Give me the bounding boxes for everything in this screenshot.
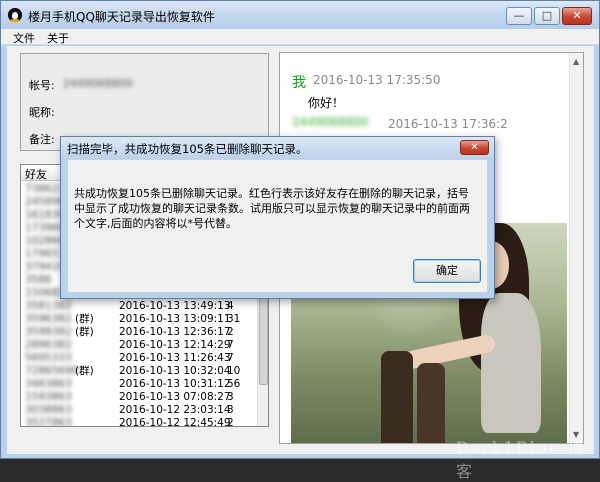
dialog-title-bar[interactable]: 扫描完毕，共成功恢复105条已删除聊天记录。 ✕ bbox=[61, 137, 494, 159]
last-message-time: 2016-10-13 11:26:43 bbox=[119, 352, 231, 364]
minimize-button[interactable]: — bbox=[506, 7, 532, 25]
chat-scrollbar[interactable]: ▲ ▼ bbox=[569, 53, 583, 443]
message-count: 31 bbox=[227, 313, 241, 325]
dialog-body: 共成功恢复105条已删除聊天记录。红色行表示该好友存在删除的聊天记录，括号中显示… bbox=[67, 159, 488, 293]
table-row[interactable]: 3527863 2016-10-12 12:45:49 2 bbox=[21, 417, 258, 427]
sender-contact: 2449068800 bbox=[292, 115, 369, 129]
menu-about[interactable]: 关于 bbox=[47, 30, 69, 46]
nickname-label: 昵称: bbox=[29, 106, 55, 119]
message-count: 4 bbox=[227, 300, 234, 312]
close-button[interactable]: ✕ bbox=[562, 7, 592, 25]
message-timestamp-2: 2016-10-13 17:36:2 bbox=[388, 117, 508, 131]
message-count: 10 bbox=[227, 365, 241, 377]
last-message-time: 2016-10-13 13:09:11 bbox=[119, 313, 231, 325]
message-count: 7 bbox=[227, 339, 234, 351]
remark-label: 备注: bbox=[29, 133, 55, 146]
last-message-time: 2016-10-13 10:31:12 bbox=[119, 378, 231, 390]
contact-name: 3596382 bbox=[25, 313, 72, 325]
table-row[interactable]: 2896382 2016-10-13 12:14:29 7 bbox=[21, 339, 258, 352]
table-row[interactable]: 3598382 (群) 2016-10-13 12:36:17 2 bbox=[21, 326, 258, 339]
main-window: 楼月手机QQ聊天记录导出恢复软件 — □ ✕ 文件 关于 帐号: 2449068… bbox=[0, 0, 600, 481]
watermark: Dark1Blue 博客 bbox=[456, 438, 586, 481]
message-text: 你好！ bbox=[308, 96, 345, 110]
account-id-label: 帐号: bbox=[29, 79, 55, 92]
last-message-time: 2016-10-13 10:32:04 bbox=[119, 365, 231, 377]
table-row[interactable]: 3038863 2016-10-12 23:03:14 3 bbox=[21, 404, 258, 417]
dialog-title: 扫描完毕，共成功恢复105条已删除聊天记录。 bbox=[67, 142, 308, 156]
menu-bar: 文件 关于 bbox=[1, 29, 599, 45]
contact-name: 3598382 bbox=[25, 326, 72, 338]
contact-name: 2896382 bbox=[25, 339, 72, 351]
message-count: 3 bbox=[227, 391, 234, 403]
qq-penguin-icon bbox=[8, 8, 22, 22]
group-tag: (群) bbox=[75, 313, 94, 325]
table-row[interactable]: 3581382 2016-10-13 13:49:13 4 bbox=[21, 300, 258, 313]
table-row[interactable]: 72865690 (群) 2016-10-13 10:32:04 10 bbox=[21, 365, 258, 378]
last-message-time: 2016-10-12 12:45:49 bbox=[119, 417, 231, 427]
contact-name: 3463863 bbox=[25, 378, 72, 390]
group-tag: (群) bbox=[75, 326, 94, 338]
table-row[interactable]: 3463863 2016-10-13 10:31:12 56 bbox=[21, 378, 258, 391]
dialog-close-button[interactable]: ✕ bbox=[460, 140, 489, 155]
ok-button[interactable]: 确定 bbox=[413, 259, 481, 283]
account-id-value: 2449068800 bbox=[63, 77, 133, 90]
friend-list-scroll-thumb[interactable] bbox=[259, 295, 268, 385]
contact-name: 3038863 bbox=[25, 404, 72, 416]
message-count: 2 bbox=[227, 326, 234, 338]
menu-file[interactable]: 文件 bbox=[13, 30, 35, 46]
window-title: 楼月手机QQ聊天记录导出恢复软件 bbox=[28, 10, 215, 24]
table-row[interactable]: 1593863 2016-10-13 07:08:27 3 bbox=[21, 391, 258, 404]
table-row[interactable]: 5695333 2016-10-13 11:26:43 7 bbox=[21, 352, 258, 365]
title-bar[interactable]: 楼月手机QQ聊天记录导出恢复软件 — □ ✕ bbox=[1, 1, 599, 29]
table-row[interactable]: 3596382 (群) 2016-10-13 13:09:11 31 bbox=[21, 313, 258, 326]
dialog-message: 共成功恢复105条已删除聊天记录。红色行表示该好友存在删除的聊天记录，括号中显示… bbox=[74, 187, 470, 230]
message-count: 3 bbox=[227, 404, 234, 416]
contact-name: 5695333 bbox=[25, 352, 72, 364]
contact-name: 72865690 bbox=[25, 365, 79, 377]
last-message-time: 2016-10-12 23:03:14 bbox=[119, 404, 231, 416]
contact-name: 1593863 bbox=[25, 391, 72, 403]
sender-me: 我 bbox=[292, 75, 306, 91]
maximize-button[interactable]: □ bbox=[534, 7, 560, 25]
scroll-up-arrow-icon[interactable]: ▲ bbox=[573, 57, 579, 66]
group-tag: (群) bbox=[75, 365, 94, 377]
last-message-time: 2016-10-13 12:36:17 bbox=[119, 326, 231, 338]
message-count: 56 bbox=[227, 378, 241, 390]
message-count: 2 bbox=[227, 417, 234, 427]
last-message-time: 2016-10-13 13:49:13 bbox=[119, 300, 231, 312]
message-timestamp: 2016-10-13 17:35:50 bbox=[313, 73, 441, 87]
scan-complete-dialog: 扫描完毕，共成功恢复105条已删除聊天记录。 ✕ 共成功恢复105条已删除聊天记… bbox=[60, 136, 495, 299]
last-message-time: 2016-10-13 12:14:29 bbox=[119, 339, 231, 351]
last-message-time: 2016-10-13 07:08:27 bbox=[119, 391, 231, 403]
contact-name: 3527863 bbox=[25, 417, 72, 427]
message-count: 7 bbox=[227, 352, 234, 364]
contact-name: 3581382 bbox=[25, 300, 72, 312]
